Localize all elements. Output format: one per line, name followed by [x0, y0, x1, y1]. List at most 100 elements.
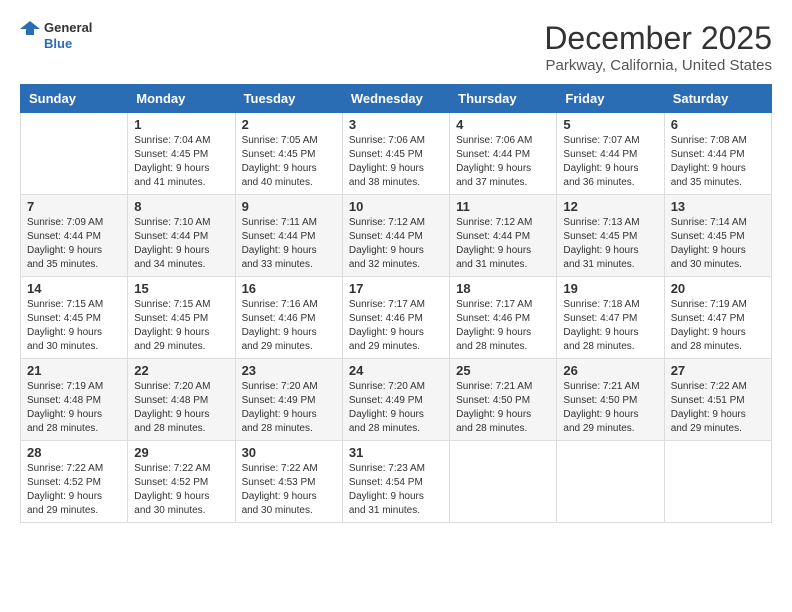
day-info: Sunrise: 7:22 AMSunset: 4:53 PMDaylight:… [242, 462, 336, 518]
calendar-week-row: 1 Sunrise: 7:04 AMSunset: 4:45 PMDaylight… [21, 113, 772, 195]
calendar-cell [557, 441, 664, 523]
calendar-cell: 18Sunrise: 7:17 AMSunset: 4:46 PMDayligh… [450, 277, 557, 359]
day-info: Sunrise: 7:04 AMSunset: 4:45 PMDaylight:… [134, 134, 228, 190]
day-number: 1 [134, 117, 228, 132]
calendar-week-row: 7Sunrise: 7:09 AMSunset: 4:44 PMDaylight… [21, 195, 772, 277]
calendar-cell: 2 Sunrise: 7:05 AMSunset: 4:45 PMDaylight… [235, 113, 342, 195]
day-info: Sunrise: 7:10 AMSunset: 4:44 PMDaylight:… [134, 216, 228, 272]
logo-text: General Blue [44, 20, 92, 51]
day-number: 21 [27, 363, 121, 378]
day-info: Sunrise: 7:22 AMSunset: 4:52 PMDaylight:… [134, 462, 228, 518]
day-info: Sunrise: 7:17 AMSunset: 4:46 PMDaylight:… [349, 298, 443, 354]
day-number: 8 [134, 199, 228, 214]
logo-blue: Blue [44, 36, 92, 52]
day-number: 19 [563, 281, 657, 296]
day-number: 4 [456, 117, 550, 132]
day-info: Sunrise: 7:06 AMSunset: 4:44 PMDaylight:… [456, 134, 550, 190]
calendar-cell: 14 Sunrise: 7:15 AMSunset: 4:45 PMDayligh… [21, 277, 128, 359]
day-info: Sunrise: 7:22 AMSunset: 4:51 PMDaylight:… [671, 380, 765, 436]
day-number: 20 [671, 281, 765, 296]
calendar-cell: 8 Sunrise: 7:10 AMSunset: 4:44 PMDaylight… [128, 195, 235, 277]
page-header: General Blue December 2025 Parkway, Cali… [20, 20, 772, 74]
day-info: Sunrise: 7:11 AMSunset: 4:44 PMDaylight:… [242, 216, 336, 272]
calendar-week-row: 14 Sunrise: 7:15 AMSunset: 4:45 PMDayligh… [21, 277, 772, 359]
day-number: 30 [242, 445, 336, 460]
calendar-cell: 26Sunrise: 7:21 AMSunset: 4:50 PMDayligh… [557, 359, 664, 441]
day-number: 11 [456, 199, 550, 214]
calendar-cell: 20 Sunrise: 7:19 AMSunset: 4:47 PMDayligh… [664, 277, 771, 359]
calendar-cell: 24Sunrise: 7:20 AMSunset: 4:49 PMDayligh… [342, 359, 449, 441]
calendar-cell: 19 Sunrise: 7:18 AMSunset: 4:47 PMDayligh… [557, 277, 664, 359]
day-info: Sunrise: 7:07 AMSunset: 4:44 PMDaylight:… [563, 134, 657, 190]
calendar-cell: 31Sunrise: 7:23 AMSunset: 4:54 PMDayligh… [342, 441, 449, 523]
day-header-wednesday: Wednesday [342, 85, 449, 113]
day-header-tuesday: Tuesday [235, 85, 342, 113]
calendar-week-row: 28 Sunrise: 7:22 AMSunset: 4:52 PMDayligh… [21, 441, 772, 523]
day-info: Sunrise: 7:18 AMSunset: 4:47 PMDaylight:… [563, 298, 657, 354]
day-number: 3 [349, 117, 443, 132]
day-number: 13 [671, 199, 765, 214]
day-info: Sunrise: 7:06 AMSunset: 4:45 PMDaylight:… [349, 134, 443, 190]
day-number: 28 [27, 445, 121, 460]
calendar-cell: 4 Sunrise: 7:06 AMSunset: 4:44 PMDaylight… [450, 113, 557, 195]
day-number: 24 [349, 363, 443, 378]
day-number: 31 [349, 445, 443, 460]
day-info: Sunrise: 7:19 AMSunset: 4:48 PMDaylight:… [27, 380, 121, 436]
calendar-cell: 25 Sunrise: 7:21 AMSunset: 4:50 PMDayligh… [450, 359, 557, 441]
calendar-cell: 16Sunrise: 7:16 AMSunset: 4:46 PMDayligh… [235, 277, 342, 359]
calendar-cell: 6Sunrise: 7:08 AMSunset: 4:44 PMDaylight… [664, 113, 771, 195]
day-number: 7 [27, 199, 121, 214]
calendar-cell [450, 441, 557, 523]
day-info: Sunrise: 7:12 AMSunset: 4:44 PMDaylight:… [456, 216, 550, 272]
calendar-header-row: SundayMondayTuesdayWednesdayThursdayFrid… [21, 85, 772, 113]
calendar-cell [21, 113, 128, 195]
day-number: 26 [563, 363, 657, 378]
day-info: Sunrise: 7:21 AMSunset: 4:50 PMDaylight:… [456, 380, 550, 436]
location: Parkway, California, United States [544, 57, 772, 74]
calendar-cell: 29Sunrise: 7:22 AMSunset: 4:52 PMDayligh… [128, 441, 235, 523]
logo: General Blue [20, 20, 92, 51]
day-info: Sunrise: 7:22 AMSunset: 4:52 PMDaylight:… [27, 462, 121, 518]
calendar-cell: 11 Sunrise: 7:12 AMSunset: 4:44 PMDayligh… [450, 195, 557, 277]
day-info: Sunrise: 7:15 AMSunset: 4:45 PMDaylight:… [27, 298, 121, 354]
day-info: Sunrise: 7:20 AMSunset: 4:48 PMDaylight:… [134, 380, 228, 436]
day-info: Sunrise: 7:05 AMSunset: 4:45 PMDaylight:… [242, 134, 336, 190]
day-info: Sunrise: 7:17 AMSunset: 4:46 PMDaylight:… [456, 298, 550, 354]
calendar-cell: 21 Sunrise: 7:19 AMSunset: 4:48 PMDayligh… [21, 359, 128, 441]
calendar-cell: 9 Sunrise: 7:11 AMSunset: 4:44 PMDaylight… [235, 195, 342, 277]
calendar-cell: 22 Sunrise: 7:20 AMSunset: 4:48 PMDayligh… [128, 359, 235, 441]
day-info: Sunrise: 7:19 AMSunset: 4:47 PMDaylight:… [671, 298, 765, 354]
logo-general: General [44, 20, 92, 36]
day-number: 27 [671, 363, 765, 378]
day-number: 12 [563, 199, 657, 214]
day-info: Sunrise: 7:12 AMSunset: 4:44 PMDaylight:… [349, 216, 443, 272]
day-header-saturday: Saturday [664, 85, 771, 113]
day-header-thursday: Thursday [450, 85, 557, 113]
day-info: Sunrise: 7:20 AMSunset: 4:49 PMDaylight:… [242, 380, 336, 436]
day-number: 14 [27, 281, 121, 296]
calendar-cell: 27 Sunrise: 7:22 AMSunset: 4:51 PMDayligh… [664, 359, 771, 441]
day-header-monday: Monday [128, 85, 235, 113]
calendar-cell: 23Sunrise: 7:20 AMSunset: 4:49 PMDayligh… [235, 359, 342, 441]
calendar-cell: 13 Sunrise: 7:14 AMSunset: 4:45 PMDayligh… [664, 195, 771, 277]
day-number: 16 [242, 281, 336, 296]
calendar-cell: 7Sunrise: 7:09 AMSunset: 4:44 PMDaylight… [21, 195, 128, 277]
calendar-cell: 10Sunrise: 7:12 AMSunset: 4:44 PMDayligh… [342, 195, 449, 277]
day-number: 25 [456, 363, 550, 378]
month-title: December 2025 [544, 20, 772, 57]
logo-container: General Blue [20, 20, 92, 51]
calendar-cell: 30 Sunrise: 7:22 AMSunset: 4:53 PMDayligh… [235, 441, 342, 523]
calendar-cell: 17Sunrise: 7:17 AMSunset: 4:46 PMDayligh… [342, 277, 449, 359]
logo-bird-icon [20, 21, 40, 51]
day-number: 9 [242, 199, 336, 214]
calendar-cell: 1 Sunrise: 7:04 AMSunset: 4:45 PMDaylight… [128, 113, 235, 195]
day-number: 22 [134, 363, 228, 378]
day-number: 15 [134, 281, 228, 296]
calendar-table: SundayMondayTuesdayWednesdayThursdayFrid… [20, 84, 772, 523]
day-header-sunday: Sunday [21, 85, 128, 113]
title-area: December 2025 Parkway, California, Unite… [544, 20, 772, 74]
calendar-cell [664, 441, 771, 523]
calendar-cell: 28 Sunrise: 7:22 AMSunset: 4:52 PMDayligh… [21, 441, 128, 523]
day-info: Sunrise: 7:14 AMSunset: 4:45 PMDaylight:… [671, 216, 765, 272]
day-number: 2 [242, 117, 336, 132]
